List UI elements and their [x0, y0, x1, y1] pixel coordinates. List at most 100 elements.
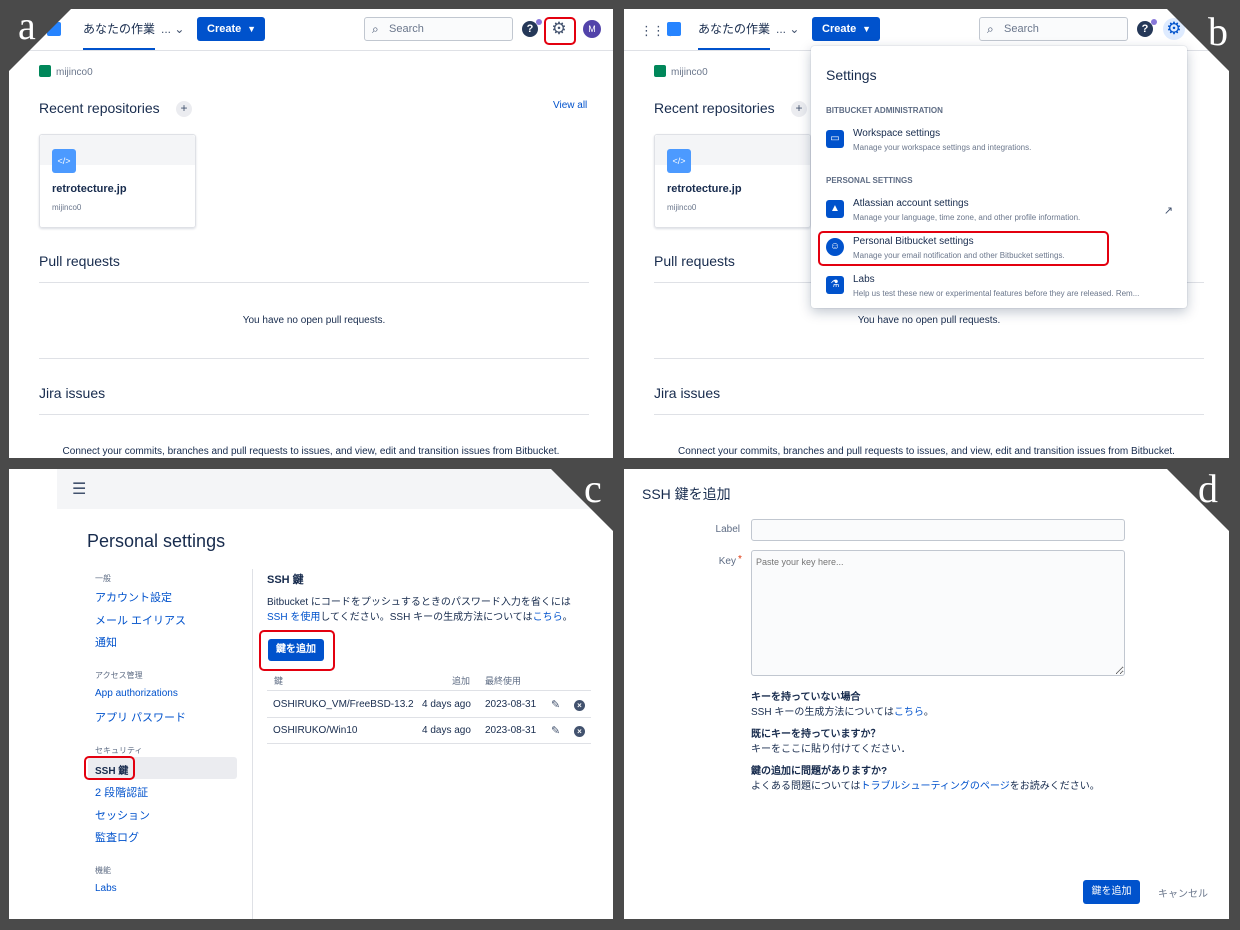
nav-account-settings[interactable]: アカウント設定	[95, 589, 172, 605]
panel-label-b: b	[1208, 9, 1228, 54]
menu-item-title: Workspace settings	[853, 128, 941, 139]
panel-b-settings-menu: ⋮⋮⋮ あなたの作業 ... ⌄ Create ▼ ⌕ Search ? ⚙ mij…	[624, 9, 1229, 458]
view-all-link[interactable]: View all	[553, 100, 587, 111]
repo-owner: mijinco0	[52, 203, 82, 212]
create-button[interactable]: Create ▼	[812, 17, 880, 41]
table-divider	[267, 690, 591, 691]
divider	[39, 358, 589, 359]
cancel-button[interactable]: キャンセル	[1158, 885, 1208, 900]
key-name: OSHIRUKO_VM/FreeBSD-13.2	[273, 699, 414, 710]
nav-section-security: セキュリティ	[95, 746, 143, 755]
nav-section-general: 一般	[95, 574, 111, 583]
chevron-down-icon: ▼	[862, 24, 871, 34]
nav-notifications[interactable]: 通知	[95, 634, 117, 650]
have-key-heading: 既にキーを持っていますか？	[751, 729, 881, 740]
troubleshooting-link[interactable]: トラブルシューティングのページ	[861, 781, 1010, 792]
key-last-used: 2023-08-31	[485, 725, 537, 736]
repo-owner: mijinco0	[667, 203, 697, 212]
nav-app-authorizations[interactable]: App authorizations	[95, 688, 178, 699]
desc-text: 。	[562, 612, 573, 623]
submit-add-key-button[interactable]: 鍵を追加	[1083, 880, 1140, 904]
repo-card[interactable]: </> retrotecture.jp mijinco0	[39, 134, 196, 228]
nav-your-work[interactable]: あなたの作業	[698, 9, 771, 50]
jira-connect-text: Connect your commits, branches and pull …	[62, 446, 560, 457]
add-repo-plus-icon[interactable]: +	[176, 101, 192, 117]
edit-pencil-icon[interactable]: ✎	[551, 724, 560, 737]
repo-name: retrotecture.jp	[667, 183, 742, 195]
edit-pencil-icon[interactable]: ✎	[551, 698, 560, 711]
search-input[interactable]: ⌕ Search	[979, 17, 1128, 41]
label-input[interactable]	[751, 519, 1125, 541]
column-header-key: 鍵	[274, 676, 284, 686]
nav-sessions[interactable]: セッション	[95, 807, 150, 823]
search-icon: ⌕	[987, 22, 994, 36]
create-button[interactable]: Create ▼	[197, 17, 265, 41]
key-textarea[interactable]	[751, 550, 1125, 676]
problem-heading: 鍵の追加に問題がありますか?	[751, 766, 888, 777]
workspace-settings-icon: ▭	[826, 130, 844, 148]
notification-dot	[536, 19, 542, 25]
nav-your-work[interactable]: あなたの作業	[83, 9, 156, 50]
nav-labs[interactable]: Labs	[95, 883, 117, 894]
menu-item-desc: Help us test these new or experimental f…	[853, 289, 1140, 298]
hamburger-menu-icon[interactable]: ☰	[72, 479, 86, 499]
panel-c-personal-settings: ☰ Personal settings 一般 アカウント設定 メール エイリアス…	[9, 469, 613, 919]
key-name: OSHIRUKO/Win10	[273, 725, 358, 736]
nav-audit-log[interactable]: 監査ログ	[95, 829, 139, 845]
nav-two-step[interactable]: 2 段階認証	[95, 784, 148, 800]
nav-app-passwords[interactable]: アプリ パスワード	[95, 709, 186, 725]
nav-email-alias[interactable]: メール エイリアス	[95, 612, 186, 628]
divider	[39, 414, 589, 415]
recent-repositories-title: Recent repositories	[39, 100, 160, 116]
pull-requests-title: Pull requests	[654, 253, 735, 269]
delete-icon[interactable]: ×	[574, 726, 585, 737]
top-navigation: ⋮⋮⋮ あなたの作業 ... ⌄ Create ▼ ⌕ Search ? ⚙	[624, 9, 1229, 51]
avatar[interactable]: M	[583, 20, 601, 38]
delete-icon[interactable]: ×	[574, 700, 585, 711]
help-text: SSH キーの生成方法については	[751, 707, 894, 718]
highlight-settings-gear	[544, 17, 576, 45]
column-header-last-used: 最終使用	[485, 676, 522, 686]
page-header: ☰	[57, 469, 613, 509]
no-key-heading: キーを持っていない場合	[751, 692, 861, 703]
column-header-added: 追加	[452, 676, 471, 686]
panel-label-d: d	[1198, 466, 1218, 511]
sidebar-divider	[252, 569, 253, 919]
use-ssh-link[interactable]: SSH を使用	[267, 612, 320, 623]
search-placeholder: Search	[1004, 23, 1039, 35]
nav-more-dropdown[interactable]: ... ⌄	[161, 9, 184, 50]
repo-card[interactable]: </> retrotecture.jp mijinco0	[654, 134, 811, 228]
key-added: 4 days ago	[422, 699, 471, 710]
nav-more-dropdown[interactable]: ... ⌄	[776, 9, 799, 50]
divider	[654, 358, 1204, 359]
add-repo-plus-icon[interactable]: +	[791, 101, 807, 117]
chevron-down-icon: ▼	[247, 24, 256, 34]
atlassian-icon: ▲	[826, 200, 844, 218]
jira-issues-title: Jira issues	[39, 385, 106, 401]
table-divider	[267, 717, 591, 718]
required-mark: *	[738, 554, 742, 565]
page-title: Personal settings	[87, 531, 226, 551]
no-pull-requests-text: You have no open pull requests.	[857, 315, 1001, 326]
notification-dot	[1151, 19, 1157, 25]
ssh-howto-link[interactable]: こちら	[894, 707, 924, 718]
help-text: よくある問題については	[751, 781, 861, 792]
bitbucket-logo-icon[interactable]	[667, 22, 681, 36]
workspace-label[interactable]: mijinco0	[654, 65, 708, 78]
top-navigation: あなたの作業 ... ⌄ Create ▼ ⌕ Search ? ⚙ M	[9, 9, 613, 51]
settings-dropdown: Settings BITBUCKET ADMINISTRATION ▭ Work…	[811, 46, 1187, 308]
menu-item-title: Labs	[853, 274, 875, 285]
panel-label-c: c	[584, 466, 602, 511]
labs-flask-icon: ⚗	[826, 276, 844, 294]
ssh-howto-link[interactable]: こちら	[533, 612, 563, 623]
recent-repositories-title: Recent repositories	[654, 100, 775, 116]
search-input[interactable]: ⌕ Search	[364, 17, 513, 41]
highlight-add-key	[259, 630, 335, 671]
search-placeholder: Search	[389, 23, 424, 35]
help-text: 。	[923, 707, 934, 718]
external-link-icon: ↗	[1163, 205, 1173, 217]
repo-name: retrotecture.jp	[52, 183, 127, 195]
ssh-keys-heading: SSH 鍵	[267, 574, 304, 586]
table-divider	[267, 743, 591, 744]
key-last-used: 2023-08-31	[485, 699, 537, 710]
